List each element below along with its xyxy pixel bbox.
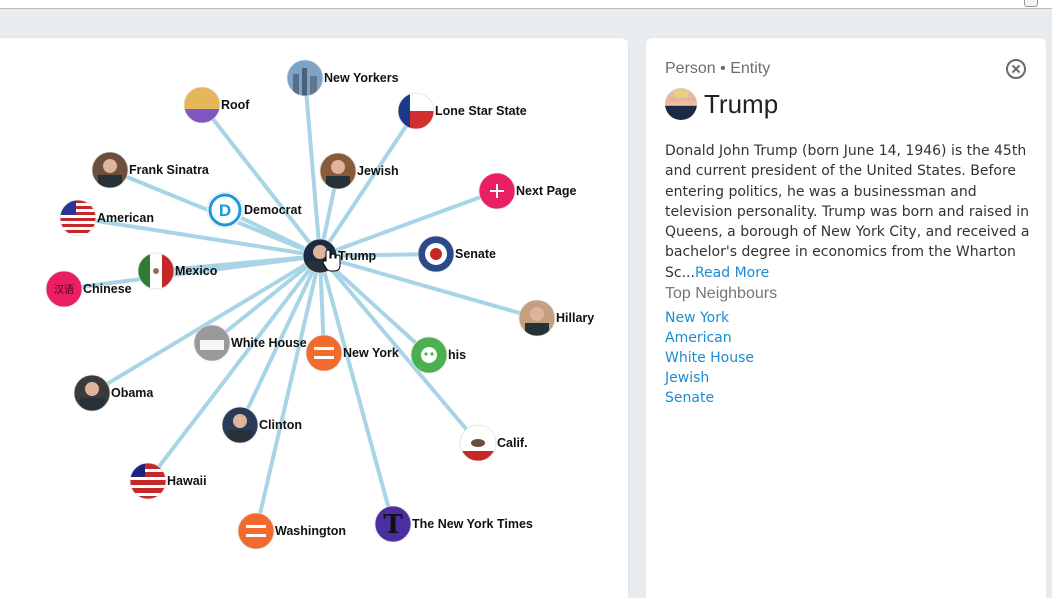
graph-node[interactable]: New York [305, 334, 399, 372]
graph-node-label: Roof [221, 98, 250, 112]
graph-node[interactable]: Hawaii [129, 462, 207, 500]
graph-node[interactable]: Mexico [137, 252, 218, 290]
graph-node[interactable]: Frank Sinatra [91, 151, 210, 189]
graph-node-label: his [448, 348, 466, 362]
graph-node[interactable]: his [410, 336, 466, 374]
graph-node[interactable]: Roof [183, 86, 250, 124]
graph-panel[interactable]: New Yorkers Roof Lone Star State Frank Sina… [0, 38, 628, 598]
graph-node-label: Mexico [175, 264, 218, 278]
graph-node-label: Next Page [516, 184, 576, 198]
graph-node[interactable]: White House [193, 324, 307, 362]
entity-description: Donald John Trump (born June 14, 1946) i… [665, 141, 1033, 283]
graph-node-label: Calif. [497, 436, 528, 450]
top-neighbours-heading: Top Neighbours [665, 285, 778, 302]
graph-node[interactable]: Clinton [221, 406, 302, 444]
graph-node-label: The New York Times [412, 517, 533, 531]
graph-node[interactable]: Calif. [459, 424, 528, 462]
neighbour-link[interactable]: American [665, 328, 754, 348]
graph-node[interactable]: 汉语 Chinese [45, 270, 132, 308]
svg-text:D: D [219, 201, 231, 220]
entity-type-line: Person • Entity [665, 60, 771, 77]
svg-text:汉语: 汉语 [54, 284, 74, 296]
graph-node[interactable]: Lone Star State [397, 92, 527, 130]
read-more-link[interactable]: Read More [695, 265, 769, 281]
graph-node-label: Obama [111, 386, 154, 400]
graph-node-label: Frank Sinatra [129, 163, 210, 177]
browser-top-bar [0, 0, 1052, 9]
graph-edges [62, 76, 539, 533]
neighbour-link[interactable]: Senate [665, 388, 754, 408]
graph-node-label: Washington [275, 524, 346, 538]
close-icon[interactable] [1006, 59, 1026, 79]
neighbour-link[interactable]: White House [665, 348, 754, 368]
graph-node-label: Jewish [357, 164, 399, 178]
graph-node-label: Hillary [556, 311, 594, 325]
graph-node-label: Democrat [244, 203, 302, 217]
graph-node-label: Hawaii [167, 474, 207, 488]
graph-node[interactable]: New Yorkers [286, 59, 399, 97]
graph-node[interactable]: Next Page [478, 172, 576, 210]
graph-node-label: American [97, 211, 154, 225]
graph-node[interactable]: Washington [237, 512, 346, 550]
scroll-handle[interactable] [1024, 0, 1038, 7]
graph-node-label: Chinese [83, 282, 132, 296]
graph-edge [303, 76, 322, 258]
graph-node[interactable]: American [59, 199, 154, 237]
svg-text:T: T [383, 510, 403, 540]
entity-title: Trump [704, 89, 779, 119]
description-text: Donald John Trump (born June 14, 1946) i… [665, 143, 1030, 281]
graph-node-label: White House [231, 336, 307, 350]
neighbour-link[interactable]: Jewish [665, 368, 754, 388]
graph-node[interactable]: Hillary [518, 299, 594, 337]
graph-node[interactable]: T The New York Times [374, 505, 533, 543]
entity-avatar [665, 88, 697, 120]
graph-node-label: New York [343, 346, 399, 360]
entity-graph[interactable]: New Yorkers Roof Lone Star State Frank Sina… [0, 38, 628, 598]
neighbour-list: New York American White House Jewish Sen… [665, 308, 754, 408]
graph-node-label: Senate [455, 247, 496, 261]
graph-node-label: Clinton [259, 418, 302, 432]
graph-node-label: New Yorkers [324, 71, 399, 85]
neighbour-link[interactable]: New York [665, 308, 754, 328]
entity-info-panel: Person • Entity Trump Donald John Trump … [646, 38, 1046, 598]
graph-node-label: Trump [338, 249, 377, 263]
graph-node-label: Lone Star State [435, 104, 527, 118]
graph-node[interactable]: Senate [417, 235, 496, 273]
